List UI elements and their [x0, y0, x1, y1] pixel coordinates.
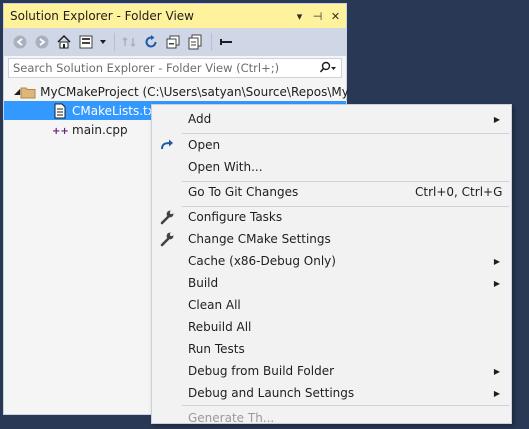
- menu-item-label: Build: [188, 276, 219, 290]
- search-icon[interactable]: [315, 61, 341, 75]
- menu-item-label: Go To Git Changes: [188, 185, 299, 199]
- cpp-file-icon: ++: [52, 122, 68, 138]
- menu-item-label: Generate Th...: [188, 411, 275, 425]
- close-icon[interactable]: ✕: [328, 10, 343, 23]
- forward-icon[interactable]: [32, 32, 52, 52]
- menu-item-generate[interactable]: Generate Th...: [152, 407, 511, 429]
- refresh-icon[interactable]: [141, 32, 161, 52]
- collapse-all-icon[interactable]: [163, 32, 183, 52]
- menu-item-run-tests[interactable]: Run Tests: [152, 338, 511, 360]
- context-menu: Add ▶ Open Open With... Go To Git Change…: [151, 104, 512, 425]
- solution-explorer-toolbar: [4, 28, 346, 56]
- menu-item-label: Debug and Launch Settings: [188, 386, 355, 400]
- wrench-icon: [158, 230, 176, 248]
- menu-item-label: Configure Tasks: [188, 210, 283, 224]
- home-icon[interactable]: [54, 32, 74, 52]
- menu-item-label: Add: [188, 112, 212, 126]
- menu-item-debug-and-launch-settings[interactable]: Debug and Launch Settings ▶: [152, 382, 511, 404]
- document-icon: [52, 103, 68, 119]
- panel-title: Solution Explorer - Folder View: [10, 9, 194, 23]
- menu-item-add[interactable]: Add ▶: [152, 108, 511, 130]
- tree-item-label: main.cpp: [72, 122, 128, 137]
- menu-item-label: Change CMake Settings: [188, 232, 331, 246]
- menu-item-label: Run Tests: [188, 342, 245, 356]
- sync-icon[interactable]: [119, 32, 139, 52]
- tree-root-node[interactable]: ◢ MyCMakeProject (C:\Users\satyan\Source…: [4, 82, 349, 101]
- menu-item-label: Debug from Build Folder: [188, 364, 335, 378]
- menu-item-shortcut: Ctrl+0, Ctrl+G: [415, 185, 503, 199]
- menu-separator: [182, 405, 509, 406]
- submenu-arrow-icon: ▶: [493, 278, 500, 288]
- open-arrow-icon: [158, 136, 176, 154]
- menu-item-rebuild-all[interactable]: Rebuild All: [152, 316, 511, 338]
- menu-item-open-with[interactable]: Open With...: [152, 156, 511, 178]
- menu-item-debug-from-build-folder[interactable]: Debug from Build Folder ▶: [152, 360, 511, 382]
- panel-title-bar: Solution Explorer - Folder View ▾ ⊣ ✕: [4, 4, 346, 28]
- menu-item-label: Rebuild All: [188, 320, 252, 334]
- switch-views-icon[interactable]: [76, 32, 96, 52]
- search-input[interactable]: Search Solution Explorer - Folder View (…: [9, 61, 315, 75]
- submenu-arrow-icon: ▶: [493, 114, 500, 124]
- menu-item-clean-all[interactable]: Clean All: [152, 294, 511, 316]
- submenu-arrow-icon: ▶: [493, 256, 500, 266]
- menu-item-configure-tasks[interactable]: Configure Tasks: [152, 206, 511, 228]
- folder-icon: [20, 84, 36, 100]
- menu-item-change-cmake-settings[interactable]: Change CMake Settings: [152, 228, 511, 250]
- toolbar-separator: [211, 33, 212, 51]
- window-position-dropdown-icon[interactable]: ▾: [292, 10, 307, 23]
- toolbar-separator: [114, 33, 115, 51]
- menu-item-label: Clean All: [188, 298, 241, 312]
- tree-root-label: MyCMakeProject (C:\Users\satyan\Source\R…: [40, 84, 349, 99]
- dropdown-icon[interactable]: [98, 32, 108, 52]
- menu-item-cache[interactable]: Cache (x86-Debug Only) ▶: [152, 250, 511, 272]
- submenu-arrow-icon: ▶: [493, 366, 500, 376]
- wrench-icon: [158, 208, 176, 226]
- tree-item-label: CMakeLists.txt: [72, 103, 160, 118]
- menu-item-label: Open: [188, 138, 221, 152]
- menu-item-open[interactable]: Open: [152, 134, 511, 156]
- menu-item-go-to-git-changes[interactable]: Go To Git Changes Ctrl+0, Ctrl+G: [152, 181, 511, 203]
- menu-item-build[interactable]: Build ▶: [152, 272, 511, 294]
- menu-item-label: Cache (x86-Debug Only): [188, 254, 336, 268]
- back-icon[interactable]: [10, 32, 30, 52]
- properties-icon[interactable]: [216, 32, 236, 52]
- pin-icon[interactable]: ⊣: [310, 10, 325, 23]
- search-box[interactable]: Search Solution Explorer - Folder View (…: [8, 58, 342, 78]
- submenu-arrow-icon: ▶: [493, 388, 500, 398]
- copy-icon[interactable]: [185, 32, 205, 52]
- menu-item-label: Open With...: [188, 160, 263, 174]
- svg-text:++: ++: [52, 126, 68, 137]
